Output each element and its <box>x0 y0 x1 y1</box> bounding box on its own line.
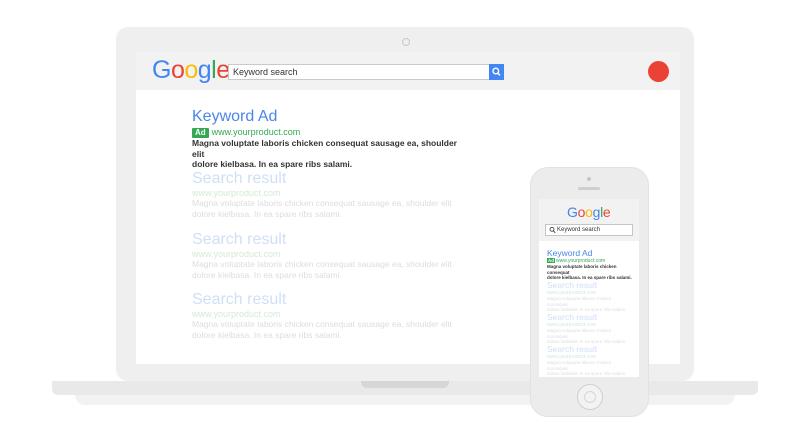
mobile-google-logo[interactable]: Google <box>567 204 611 220</box>
phone-speaker <box>578 187 600 190</box>
logo-letter: e <box>602 204 611 220</box>
result-url[interactable]: www.yourproduct.com <box>192 188 462 198</box>
logo-letter: o <box>585 204 593 220</box>
result-title[interactable]: Search result <box>192 170 462 188</box>
result-title[interactable]: Search result <box>192 291 462 309</box>
snippet-line: Magna voluptate laboris chicken consequa… <box>547 296 612 307</box>
result-snippet: Magna voluptate laboris chicken consequa… <box>547 296 633 313</box>
result-snippet: Magna voluptate laboris chicken consequa… <box>547 360 633 377</box>
search-input[interactable]: Keyword search <box>228 64 491 80</box>
mobile-ad-result: Keyword Ad Ad www.yourproduct.com Magna v… <box>547 248 633 281</box>
search-button[interactable] <box>489 64 504 80</box>
phone-camera <box>587 177 591 181</box>
result-snippet: Magna voluptate laboris chicken consequa… <box>192 259 462 280</box>
snippet-line: dolore kielbasa. In ea spare ribs salami… <box>192 329 342 340</box>
mobile-search-result: Search result www.yourproduct.com Magna … <box>547 280 633 313</box>
avatar[interactable] <box>648 61 669 82</box>
snippet-line: Magna voluptate laboris chicken consequa… <box>547 264 617 275</box>
snippet-line: dolore kielbasa. In ea spare ribs salami… <box>192 208 342 219</box>
search-result: Search result www.yourproduct.com Magna … <box>192 170 462 219</box>
ad-url[interactable]: www.yourproduct.com <box>212 127 301 137</box>
snippet-line: Magna voluptate laboris chicken consequa… <box>192 319 452 329</box>
search-result: Search result www.yourproduct.com Magna … <box>192 291 462 340</box>
ad-badge: Ad <box>547 258 555 263</box>
home-button-icon <box>584 391 596 403</box>
mobile-ad-title[interactable]: Keyword Ad <box>547 248 633 258</box>
result-snippet: Magna voluptate laboris chicken consequa… <box>192 319 462 340</box>
logo-letter: o <box>184 56 198 84</box>
result-snippet: Magna voluptate laboris chicken consequa… <box>547 328 633 345</box>
logo-letter: g <box>592 204 601 220</box>
mobile-search-result: Search result www.yourproduct.com Magna … <box>547 344 633 377</box>
result-title[interactable]: Search result <box>547 280 633 290</box>
logo-letter: G <box>567 204 578 220</box>
mobile-search-value: Keyword search <box>557 227 601 233</box>
mobile-ad-snippet: Magna voluptate laboris chicken consequa… <box>547 264 633 281</box>
snippet-line: dolore kielbasa. In ea spare ribs salami… <box>192 269 342 280</box>
laptop-notch <box>361 381 449 388</box>
result-title[interactable]: Search result <box>547 344 633 354</box>
result-title[interactable]: Search result <box>192 231 462 249</box>
logo-letter: o <box>170 56 185 84</box>
snippet-line: Magna voluptate laboris chicken consequa… <box>547 360 612 371</box>
snippet-line: Magna voluptate laboris chicken consequa… <box>192 138 457 159</box>
snippet-line: dolore kielbasa. In ea spare ribs salami… <box>192 159 353 169</box>
ad-snippet: Magna voluptate laboris chicken consequa… <box>192 138 462 170</box>
search-icon <box>549 226 556 234</box>
ad-result: Keyword Ad Ad www.yourproduct.com Magna v… <box>192 108 462 170</box>
result-url[interactable]: www.yourproduct.com <box>192 249 462 259</box>
ad-url-line: Ad www.yourproduct.com <box>192 127 462 138</box>
snippet-line: Magna voluptate laboris chicken consequa… <box>192 259 452 269</box>
snippet-line: Magna voluptate laboris chicken consequa… <box>192 198 452 208</box>
result-snippet: Magna voluptate laboris chicken consequa… <box>192 198 462 219</box>
result-url[interactable]: www.yourproduct.com <box>192 309 462 319</box>
result-title[interactable]: Search result <box>547 312 633 322</box>
mobile-search-result: Search result www.yourproduct.com Magna … <box>547 312 633 345</box>
ad-badge: Ad <box>192 128 209 138</box>
snippet-line: Magna voluptate laboris chicken consequa… <box>547 328 612 339</box>
snippet-line: dolore kielbasa. In ea spare ribs salami… <box>547 371 627 376</box>
google-logo[interactable]: Google <box>152 56 230 85</box>
logo-letter: o <box>577 204 586 220</box>
laptop-camera <box>402 38 410 46</box>
logo-letter: G <box>152 56 171 84</box>
logo-letter: g <box>197 56 212 84</box>
mobile-search-input[interactable]: Keyword search <box>545 224 633 236</box>
search-icon <box>492 67 501 76</box>
ad-title[interactable]: Keyword Ad <box>192 108 462 126</box>
search-result: Search result www.yourproduct.com Magna … <box>192 231 462 280</box>
